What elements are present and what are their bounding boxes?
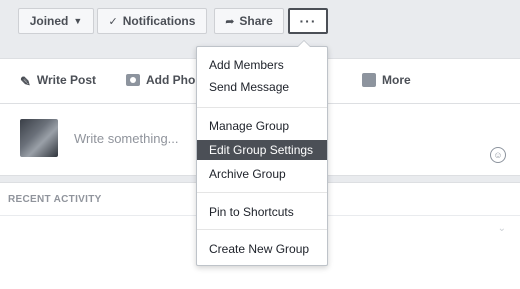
menu-item-archive-group[interactable]: Archive Group xyxy=(197,164,327,184)
share-label: Share xyxy=(239,14,273,28)
joined-button[interactable]: Joined ▼ xyxy=(18,8,94,34)
chevron-down-icon: ▼ xyxy=(73,16,83,26)
add-photo-label: Add Pho xyxy=(146,73,196,87)
more-tab[interactable]: More xyxy=(362,73,411,87)
menu-item-add-members[interactable]: Add Members xyxy=(197,55,327,75)
more-options-label: ··· xyxy=(299,13,317,29)
menu-item-manage-group[interactable]: Manage Group xyxy=(197,116,327,136)
emoji-icon[interactable]: ☺ xyxy=(490,147,506,163)
more-options-button[interactable]: ··· xyxy=(288,8,328,34)
share-arrow-icon: ➦ xyxy=(225,15,235,28)
more-options-menu: Add Members Send Message Manage Group Ed… xyxy=(196,40,328,266)
share-button[interactable]: ➦ Share xyxy=(214,8,284,34)
menu-item-pin-to-shortcuts[interactable]: Pin to Shortcuts xyxy=(197,202,327,222)
avatar xyxy=(20,119,58,157)
joined-label: Joined xyxy=(29,14,69,28)
chevron-down-icon[interactable]: ⌄ xyxy=(498,223,506,234)
menu-divider xyxy=(197,192,327,193)
menu-item-edit-group-settings[interactable]: Edit Group Settings xyxy=(197,140,327,160)
menu-item-create-new-group[interactable]: Create New Group xyxy=(197,239,327,259)
menu-divider xyxy=(197,229,327,230)
write-post-label: Write Post xyxy=(36,73,97,87)
recent-activity-title: RECENT ACTIVITY xyxy=(8,194,102,205)
more-label: More xyxy=(382,73,411,87)
notifications-button[interactable]: ✓ Notifications xyxy=(97,8,207,34)
group-action-bar: Joined ▼ ✓ Notifications ➦ Share ··· xyxy=(0,0,520,40)
photo-icon xyxy=(126,74,140,86)
menu-item-send-message[interactable]: Send Message xyxy=(197,77,327,97)
write-post-tab[interactable]: ✎ Write Post xyxy=(20,73,97,89)
composer-input[interactable]: Write something... xyxy=(74,131,179,146)
notifications-label: Notifications xyxy=(122,14,196,28)
add-photo-tab[interactable]: Add Pho xyxy=(126,73,195,87)
checkmark-icon: ✓ xyxy=(108,15,118,28)
pencil-icon: ✎ xyxy=(20,74,31,89)
grid-icon xyxy=(362,73,376,87)
menu-divider xyxy=(197,107,327,108)
